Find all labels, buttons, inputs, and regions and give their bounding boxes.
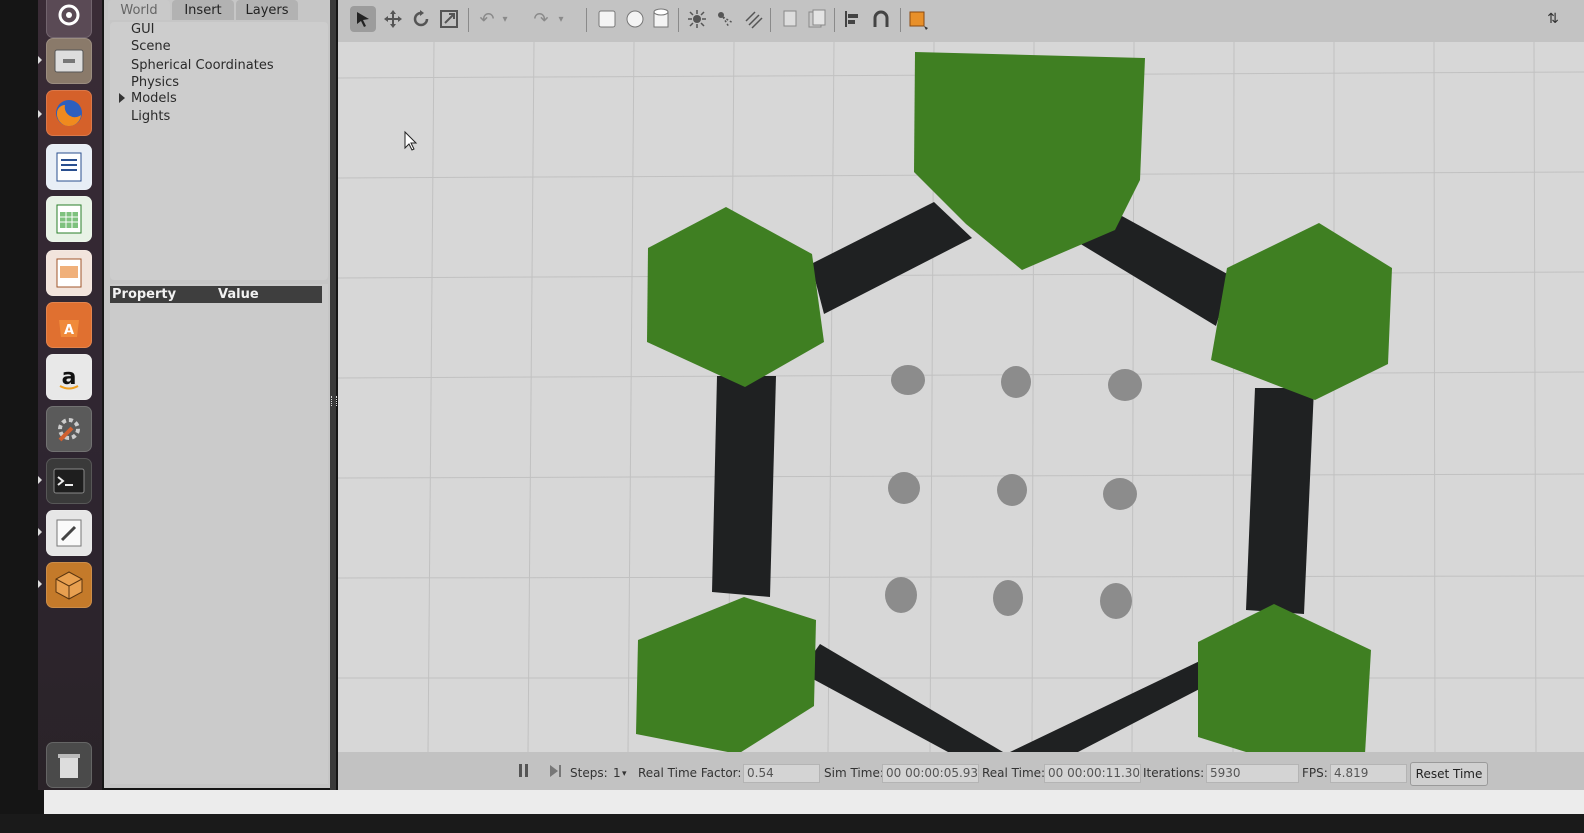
terminal-icon[interactable] [46, 458, 92, 504]
align-icon[interactable] [840, 6, 866, 32]
gazebo-icon[interactable] [46, 562, 92, 608]
impress-icon[interactable] [46, 250, 92, 296]
splitter-grip-icon[interactable] [331, 396, 337, 406]
world-tree: GUI Scene Spherical Coordinates Physics … [110, 22, 328, 280]
tab-insert[interactable]: Insert [172, 0, 234, 20]
tree-item-lights[interactable]: Lights [131, 109, 170, 124]
wall-left [712, 376, 776, 597]
tab-world[interactable]: World [108, 0, 170, 20]
property-table-header: Property Value [110, 286, 322, 303]
expand-arrow-icon[interactable] [119, 93, 125, 103]
tree-item-gui[interactable]: GUI [131, 22, 154, 37]
iterations-field: 5930 [1206, 764, 1299, 783]
translate-mode-icon[interactable] [380, 6, 406, 32]
left-panel: World Insert Layers GUI Scene Spherical … [104, 0, 330, 788]
iterations-label: Iterations: [1143, 766, 1205, 780]
rotate-mode-icon[interactable] [408, 6, 434, 32]
tree-item-physics[interactable]: Physics [131, 75, 179, 90]
value-column-header: Value [218, 287, 259, 302]
copy-icon[interactable] [778, 6, 804, 32]
box-shape-icon[interactable] [594, 6, 620, 32]
3d-viewport[interactable] [338, 42, 1584, 752]
tree-item-models[interactable]: Models [131, 91, 177, 106]
real-time-field: 00 00:00:11.308 [1044, 764, 1141, 783]
spot-light-icon[interactable] [712, 6, 738, 32]
redo-history-icon[interactable]: ▾ [554, 6, 568, 32]
tab-layers[interactable]: Layers [236, 0, 298, 20]
real-time-factor-field: 0.54 [743, 764, 820, 783]
steps-label: Steps: [570, 766, 608, 780]
view-angle-icon[interactable] [906, 6, 932, 32]
steps-value[interactable]: 1 [613, 766, 621, 780]
unity-launcher: A a [38, 0, 102, 790]
directional-light-icon[interactable] [740, 6, 766, 32]
software-center-icon[interactable]: A [46, 302, 92, 348]
undo-history-icon[interactable]: ▾ [498, 6, 512, 32]
svg-text:a: a [62, 365, 77, 390]
paste-icon[interactable] [804, 6, 830, 32]
window-resize-icon[interactable]: ⇅ [1540, 6, 1566, 32]
scale-mode-icon[interactable] [436, 6, 462, 32]
taskbar [44, 790, 1584, 814]
panel-splitter[interactable] [330, 0, 336, 790]
firefox-icon[interactable] [46, 90, 92, 136]
toolbar: ↶ ▾ ↷ ▾ ⇅ [338, 0, 1584, 42]
wall-right [1246, 388, 1314, 614]
tree-item-spherical-coordinates[interactable]: Spherical Coordinates [131, 58, 274, 73]
tree-item-scene[interactable]: Scene [131, 39, 171, 54]
step-button[interactable] [550, 764, 564, 778]
screen-bezel [0, 814, 1584, 833]
cylinder-shape-icon[interactable] [648, 6, 674, 32]
point-light-icon[interactable] [684, 6, 710, 32]
files-icon[interactable] [46, 38, 92, 84]
sim-time-field: 00 00:00:05.930 [882, 764, 979, 783]
sim-time-label: Sim Time: [824, 766, 884, 780]
trash-icon[interactable] [46, 742, 92, 788]
redo-icon[interactable]: ↷ [528, 6, 554, 32]
undo-icon[interactable]: ↶ [474, 6, 500, 32]
fps-label: FPS: [1302, 766, 1328, 780]
pause-button[interactable] [518, 764, 530, 778]
text-editor-icon[interactable] [46, 510, 92, 556]
system-settings-icon[interactable] [46, 406, 92, 452]
real-time-factor-label: Real Time Factor: [638, 766, 742, 780]
calc-icon[interactable] [46, 196, 92, 242]
svg-text:A: A [64, 323, 74, 338]
property-table: Property Value [110, 284, 328, 784]
snap-icon[interactable] [868, 6, 894, 32]
fps-field: 4.819 [1330, 764, 1407, 783]
status-bar: Steps: 1 ▾ Real Time Factor: 0.54 Sim Ti… [338, 752, 1584, 790]
amazon-icon[interactable]: a [46, 354, 92, 400]
select-mode-icon[interactable] [350, 6, 376, 32]
dash-icon[interactable] [46, 0, 92, 38]
real-time-label: Real Time: [982, 766, 1046, 780]
steps-spinner-icon[interactable]: ▾ [622, 769, 627, 779]
reset-time-button[interactable]: Reset Time [1410, 762, 1488, 786]
property-column-header: Property [112, 287, 177, 302]
sphere-shape-icon[interactable] [622, 6, 648, 32]
writer-icon[interactable] [46, 144, 92, 190]
